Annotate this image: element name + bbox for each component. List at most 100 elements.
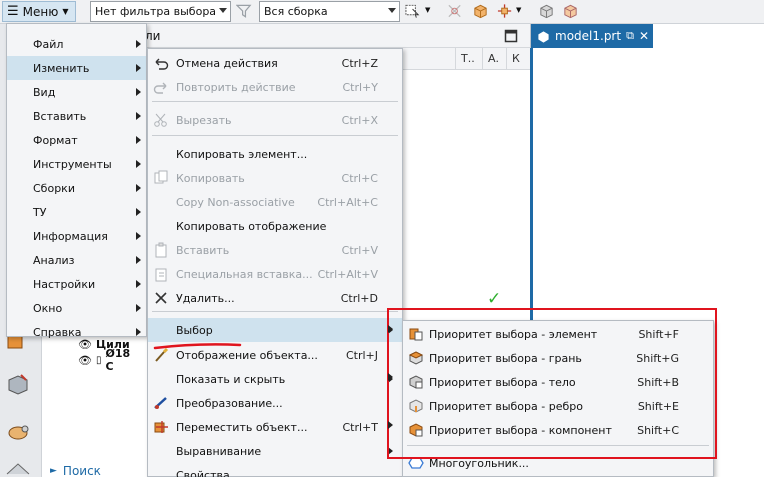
menu-item-label: Информация (33, 229, 108, 243)
submenu-arrow-icon (136, 232, 141, 240)
submenu-arrow-icon (136, 328, 141, 336)
part-file-icon (538, 30, 549, 43)
menu-item-label: Анализ (33, 253, 75, 267)
menu-item-shortcut: Ctrl+Alt+V (317, 267, 378, 281)
close-icon[interactable]: ✕ (639, 29, 649, 43)
column-header-t[interactable]: Т.. (461, 52, 475, 65)
history-icon[interactable] (5, 462, 31, 476)
edit-menu-item[interactable]: Вырезать Ctrl+X (148, 108, 402, 132)
maximize-icon[interactable] (504, 29, 518, 43)
transform-icon (153, 395, 169, 411)
hamburger-icon: ☰ (7, 4, 19, 19)
edit-menu-item[interactable]: Отмена действия Ctrl+Z (148, 51, 402, 75)
submenu-arrow-icon (136, 280, 141, 288)
snap-point-icon[interactable] (447, 3, 464, 19)
menu-item-shortcut: Ctrl+Alt+C (317, 195, 378, 209)
part-cube-icon[interactable] (472, 3, 489, 19)
menu-item-shortcut: Ctrl+T (342, 420, 378, 434)
menu-item-label: Копировать (176, 171, 245, 185)
main-menu-item[interactable]: ТУ (7, 200, 146, 224)
edit-menu-item[interactable]: Переместить объект... Ctrl+T (148, 415, 402, 439)
column-header-k[interactable]: К (512, 52, 520, 65)
pop-out-icon[interactable]: ⧉ (626, 29, 634, 43)
menu-item-label: Вид (33, 85, 56, 99)
column-header-a[interactable]: А. (488, 52, 499, 65)
main-menu-item[interactable]: Настройки (7, 272, 146, 296)
assembly-navigator-icon[interactable] (5, 420, 31, 446)
chevron-down-icon[interactable]: ▼ (425, 6, 430, 14)
edit-menu-item[interactable]: Преобразование... (148, 391, 402, 415)
paste-icon (153, 242, 169, 258)
main-menu-item[interactable]: Справка (7, 320, 146, 344)
edit-menu-item[interactable]: Свойства... (148, 463, 402, 477)
select-all-icon[interactable] (405, 3, 422, 19)
menu-button[interactable]: ☰ Меню ▼ (2, 1, 76, 22)
main-menu-item[interactable]: Окно (7, 296, 146, 320)
edit-menu-item[interactable]: Выбор (148, 318, 402, 342)
main-menu-item[interactable]: Изменить (7, 56, 146, 80)
checkmark-icon: ✓ (487, 289, 502, 309)
menu-item-label: Показать и скрыть (176, 372, 286, 386)
cut-icon (153, 112, 169, 128)
submenu-arrow-icon (136, 64, 141, 72)
eye-icon[interactable]: 👁 (78, 354, 92, 367)
main-menu-item[interactable]: Информация (7, 224, 146, 248)
main-menu-item[interactable]: Вид (7, 80, 146, 104)
menu-item-label: Copy Non-associative (176, 195, 295, 209)
move-icon (153, 419, 169, 435)
main-menu-item[interactable]: Инструменты (7, 152, 146, 176)
chevron-right-icon: ► (50, 466, 57, 476)
selection-filter-dropdown[interactable]: Нет фильтра выбора (90, 1, 231, 22)
redo-icon (153, 79, 169, 95)
main-menu-item[interactable]: Сборки (7, 176, 146, 200)
menu-item-label: Окно (33, 301, 63, 315)
main-menu-item[interactable]: Анализ (7, 248, 146, 272)
edit-menu-item[interactable]: Копировать элемент... (148, 142, 402, 166)
table-row[interactable]: 👁 ▯ Ø18 С (78, 347, 142, 373)
filter-icon[interactable] (236, 3, 253, 19)
menu-item-label: Настройки (33, 277, 96, 291)
snap-cross-icon[interactable] (497, 3, 514, 19)
navigator-title: ли (145, 29, 161, 43)
chevron-down-icon (219, 8, 227, 13)
submenu-arrow-icon (136, 304, 141, 312)
submenu-arrow-icon (136, 160, 141, 168)
edit-menu-item[interactable]: Copy Non-associative Ctrl+Alt+C (148, 190, 402, 214)
menu-item-shortcut: Ctrl+D (340, 291, 378, 305)
selection-scope-dropdown[interactable]: Вся сборка (259, 1, 400, 22)
chevron-down-icon (388, 8, 396, 13)
edit-menu-item[interactable]: Выравнивание (148, 439, 402, 463)
annotation-underline (153, 343, 242, 350)
edit-menu-item[interactable]: Копировать отображение (148, 214, 402, 238)
submenu-arrow-icon (388, 373, 393, 381)
menu-item-shortcut: Ctrl+Y (342, 80, 378, 94)
edit-menu-item[interactable]: Показать и скрыть (148, 367, 402, 391)
menu-item-label: Копировать элемент... (176, 147, 308, 161)
menu-item-label: Специальная вставка... (176, 267, 313, 281)
edit-menu-item[interactable]: Копировать Ctrl+C (148, 166, 402, 190)
edit-menu-item[interactable]: Вставить Ctrl+V (148, 238, 402, 262)
main-menu-item[interactable]: Вставить (7, 104, 146, 128)
menu-item-label: Сборки (33, 181, 75, 195)
main-menu-item[interactable]: Файл (7, 32, 146, 56)
edit-menu-item[interactable]: Удалить... Ctrl+D (148, 286, 402, 310)
tab-label: model1.prt (555, 29, 622, 43)
paste-special-icon (153, 266, 169, 282)
main-menu-item[interactable]: Формат (7, 128, 146, 152)
edit-menu-item[interactable]: Специальная вставка... Ctrl+Alt+V (148, 262, 402, 286)
component-cube-icon[interactable] (562, 3, 579, 19)
tab-model1[interactable]: model1.prt ⧉ ✕ (531, 24, 653, 48)
menu-item-shortcut: Ctrl+V (341, 243, 378, 257)
body-cube-icon[interactable] (538, 3, 555, 19)
copy-icon (153, 170, 169, 186)
search-label: Поиск (62, 464, 101, 477)
constraint-navigator-icon[interactable] (5, 372, 31, 398)
chevron-down-icon[interactable]: ▼ (516, 6, 521, 14)
search-section[interactable]: ► Поиск (42, 464, 152, 477)
submenu-arrow-icon (136, 136, 141, 144)
selection-scope-value: Вся сборка (264, 5, 328, 18)
menu-item-label: Вставить (176, 243, 230, 257)
edit-menu-item[interactable]: Повторить действие Ctrl+Y (148, 75, 402, 99)
menu-item-label: Изменить (33, 61, 90, 75)
main-menu: Файл Изменить Вид Вставить Формат Инструменты… (6, 23, 147, 339)
